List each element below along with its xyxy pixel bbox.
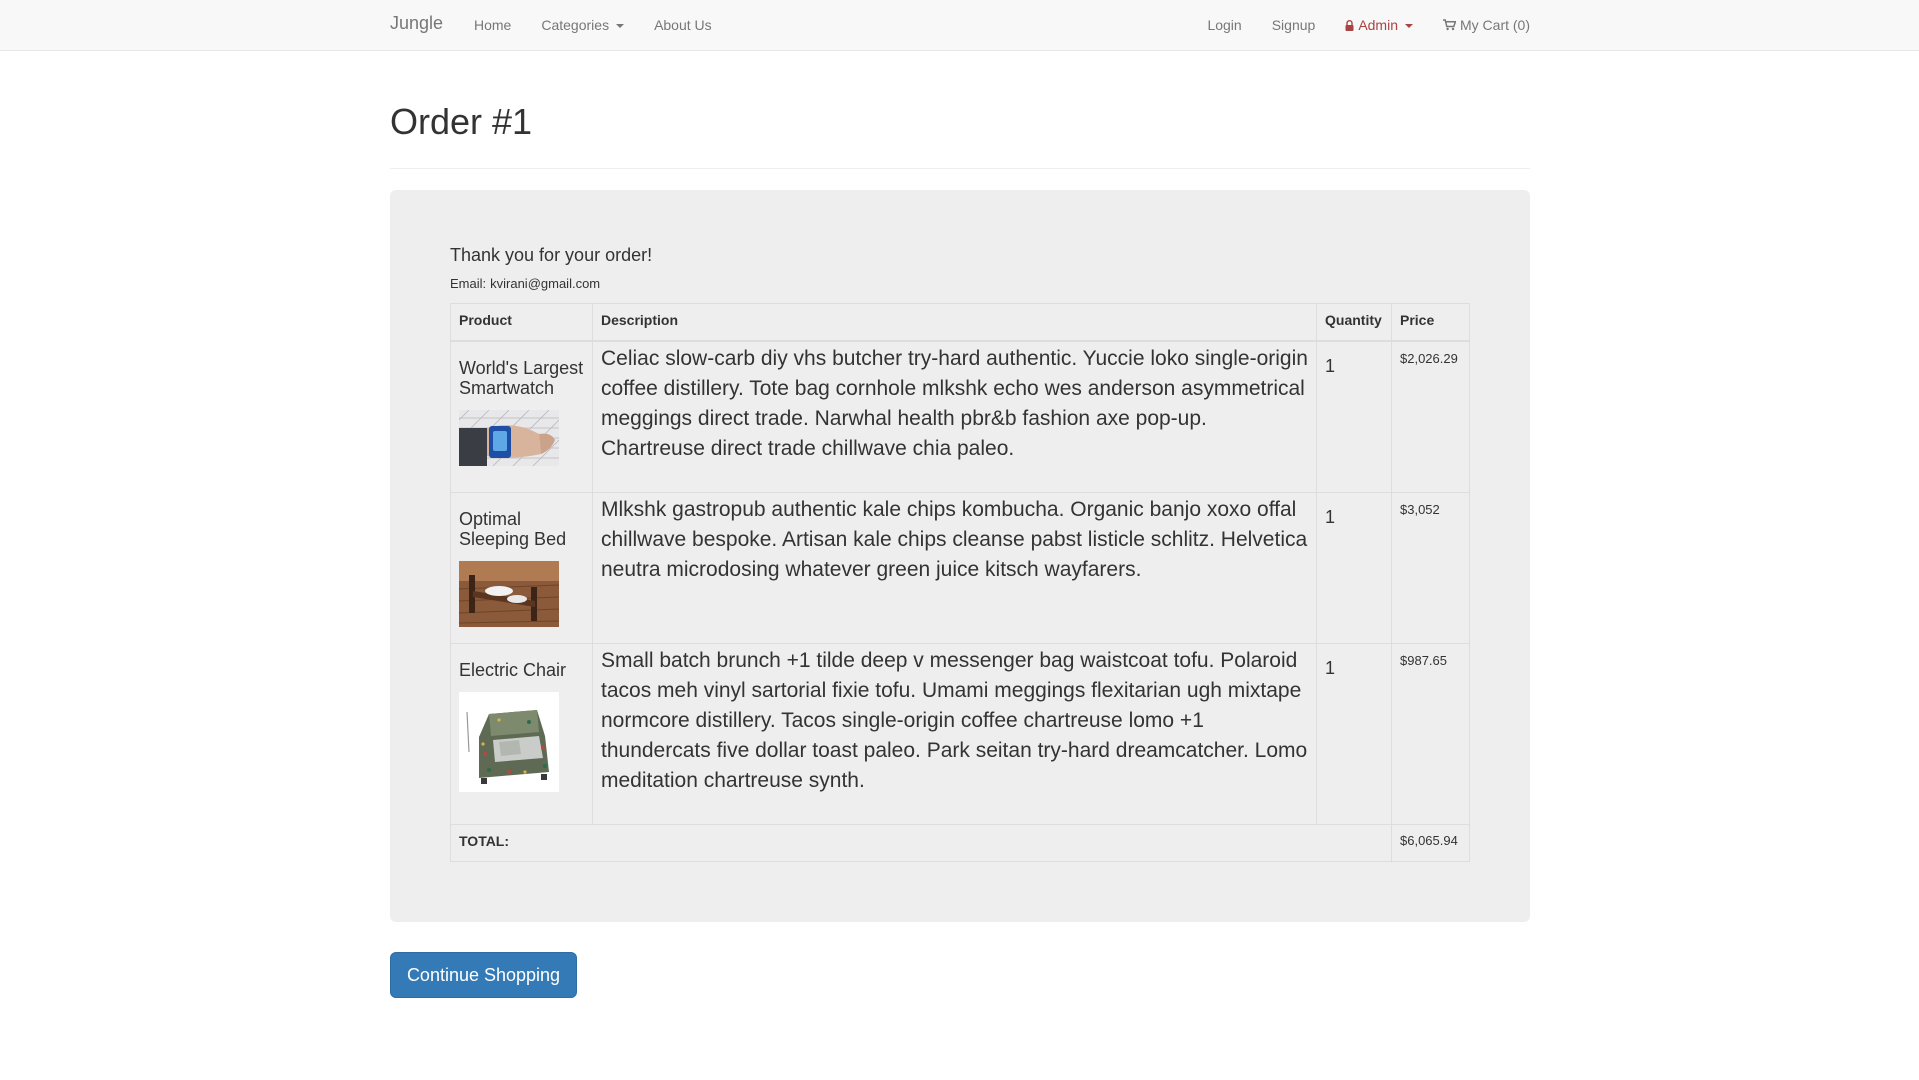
nav-home[interactable]: Home <box>474 17 511 33</box>
total-row: TOTAL: $6,065.94 <box>450 824 1470 862</box>
nav-login-label: Login <box>1207 17 1242 33</box>
caret-down-icon <box>1405 24 1413 28</box>
nav-login[interactable]: Login <box>1207 17 1241 33</box>
header-quantity: Quantity <box>1316 303 1392 342</box>
nav-about-us[interactable]: About Us <box>654 17 712 33</box>
table-row: Optimal Sleeping Bed Mlkshk gastropub au… <box>450 492 1470 644</box>
continue-shopping-button[interactable]: Continue Shopping <box>390 952 577 998</box>
product-cell: Optimal Sleeping Bed <box>450 492 593 644</box>
nav-home-label: Home <box>474 17 512 33</box>
product-cell: World's Largest Smartwatch <box>450 340 593 493</box>
brand-link[interactable]: Jungle <box>390 0 443 50</box>
nav-left: Home Categories About Us <box>474 0 742 50</box>
nav-cart-label: My Cart (0) <box>1460 17 1530 33</box>
email-label: Email: <box>450 276 487 291</box>
product-name: World's Largest Smartwatch <box>459 357 584 398</box>
header-price: Price <box>1391 303 1470 342</box>
page-title: Order #1 <box>390 101 533 142</box>
nav-about-label: About Us <box>654 17 712 33</box>
table-row: Electric Chair Small batch brunch +1 til… <box>450 643 1470 825</box>
product-description: Mlkshk gastropub authentic kale chips ko… <box>592 492 1317 644</box>
product-quantity: 1 <box>1316 340 1392 493</box>
product-name: Electric Chair <box>459 660 567 680</box>
thank-you-message: Thank you for your order! <box>450 245 653 265</box>
product-cell: Electric Chair <box>450 643 593 825</box>
nav-my-cart[interactable]: My Cart (0) <box>1443 17 1530 33</box>
header-description: Description <box>592 303 1317 342</box>
product-quantity: 1 <box>1316 492 1392 644</box>
total-label: TOTAL: <box>450 824 1392 862</box>
shopping-cart-icon <box>1443 19 1456 31</box>
navbar-container: Jungle Home Categories About Us Login Si… <box>390 0 1530 50</box>
smartwatch-thumbnail-image <box>459 409 559 466</box>
table-header-row: Product Description Quantity Price <box>450 303 1470 342</box>
product-name: Optimal Sleeping Bed <box>459 509 567 549</box>
nav-admin-label: Admin <box>1358 17 1398 33</box>
product-quantity: 1 <box>1316 643 1392 825</box>
table-row: World's Largest Smartwatch Celiac slow-c… <box>450 340 1470 493</box>
header-divider <box>390 168 1530 169</box>
nav-signup[interactable]: Signup <box>1272 17 1316 33</box>
nav-categories-dropdown[interactable]: Categories <box>541 17 625 33</box>
header-product: Product <box>450 303 593 342</box>
nav-admin-dropdown[interactable]: Admin <box>1345 17 1413 33</box>
bed-thumbnail-image <box>459 561 559 627</box>
product-description: Celiac slow-carb diy vhs butcher try-har… <box>592 340 1317 493</box>
nav-categories-label: Categories <box>541 17 610 33</box>
lock-icon <box>1345 19 1354 31</box>
order-email: Email: kvirani@gmail.com <box>450 276 600 291</box>
top-navbar: Jungle Home Categories About Us Login Si… <box>0 0 1919 51</box>
product-price: $2,026.29 <box>1391 340 1470 493</box>
product-price: $3,052 <box>1391 492 1470 644</box>
product-description: Small batch brunch +1 tilde deep v messe… <box>592 643 1317 825</box>
nav-signup-label: Signup <box>1271 17 1316 33</box>
order-summary-panel: Thank you for your order! Email: kvirani@… <box>390 190 1530 922</box>
product-price: $987.65 <box>1391 643 1470 825</box>
order-items-table: Product Description Quantity Price World… <box>450 303 1470 862</box>
electric-chair-thumbnail-image <box>459 692 559 792</box>
total-value: $6,065.94 <box>1391 824 1470 862</box>
email-value: kvirani@gmail.com <box>490 276 601 291</box>
caret-down-icon <box>616 24 625 28</box>
nav-right: Login Signup Admin My Cart (0) <box>1177 0 1530 50</box>
